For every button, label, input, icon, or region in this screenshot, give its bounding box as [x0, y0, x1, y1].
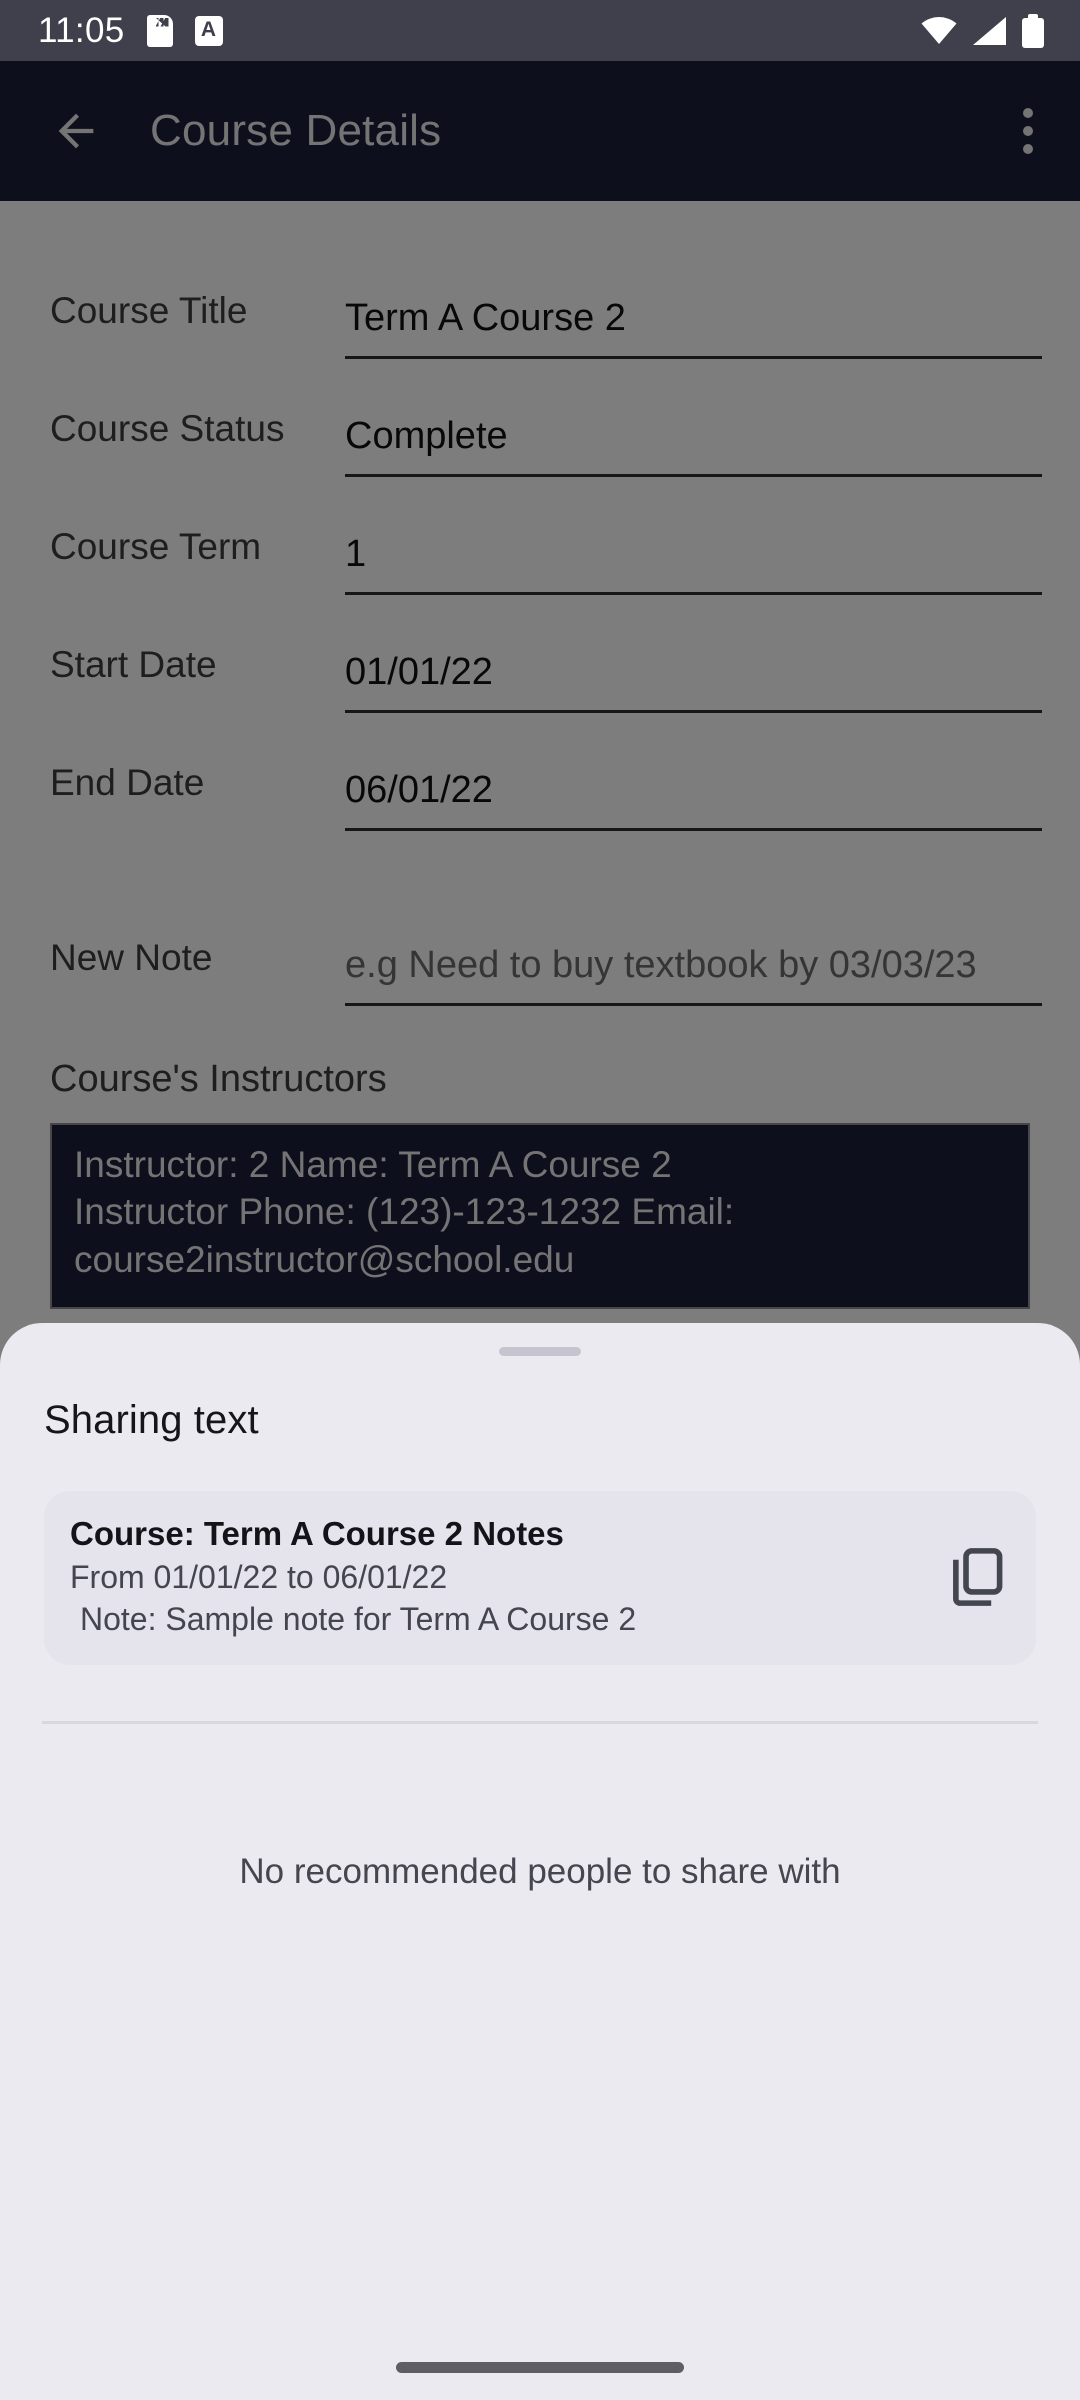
share-preview-card[interactable]: Course: Term A Course 2 Notes From 01/01… — [44, 1491, 1036, 1665]
status-bar: 11:05 A — [0, 0, 1080, 61]
copy-icon[interactable] — [942, 1545, 1006, 1609]
preview-note: Note: Sample note for Term A Course 2 — [80, 1601, 637, 1638]
sheet-divider — [42, 1720, 1038, 1724]
status-notification-icons: A — [146, 14, 223, 47]
preview-title: Course: Term A Course 2 Notes — [70, 1515, 564, 1552]
signal-icon — [973, 16, 1006, 45]
battery-icon — [1022, 13, 1044, 48]
share-bottom-sheet: Sharing text Course: Term A Course 2 Not… — [0, 1323, 1080, 2400]
status-clock: 11:05 — [38, 11, 125, 50]
a-badge-icon: A — [194, 15, 223, 46]
no-recommended-people-text: No recommended people to share with — [239, 1851, 841, 1891]
preview-dates: From 01/01/22 to 06/01/22 — [70, 1558, 448, 1595]
sheet-drag-handle[interactable] — [499, 1347, 581, 1356]
wifi-icon — [921, 17, 957, 44]
home-indicator[interactable] — [396, 2362, 684, 2373]
status-system-icons — [921, 13, 1044, 48]
sd-card-icon — [146, 14, 173, 47]
phone-screen: Course Details Course Title Term A Cours… — [0, 0, 1080, 2400]
share-preview-text: Course: Term A Course 2 Notes From 01/01… — [70, 1513, 924, 1641]
share-sheet-title: Sharing text — [44, 1398, 259, 1442]
